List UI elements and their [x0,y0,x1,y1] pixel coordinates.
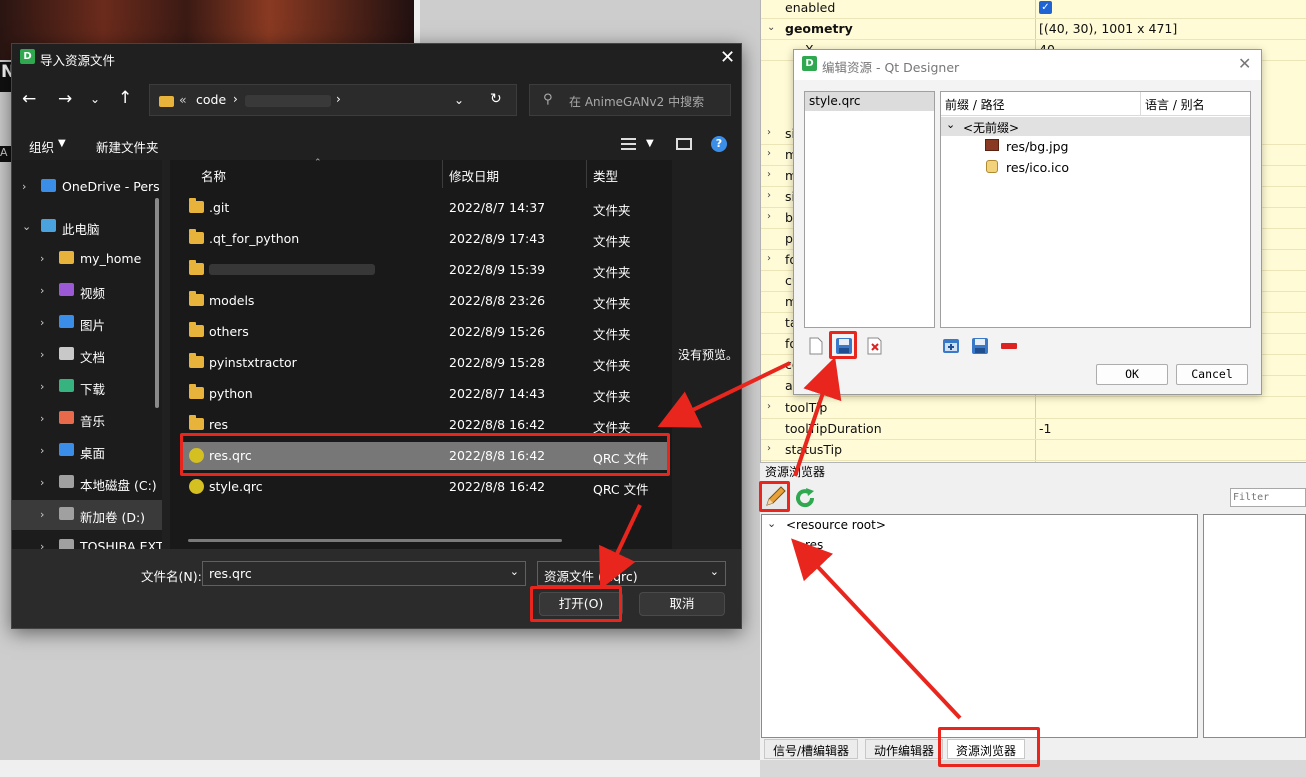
arrow-to-open-button [599,504,642,590]
arrow-to-res-node [791,538,962,720]
arrow-to-save-button [793,356,842,477]
arrow-to-res-qrc [657,361,791,428]
annotation-arrows [599,356,962,720]
